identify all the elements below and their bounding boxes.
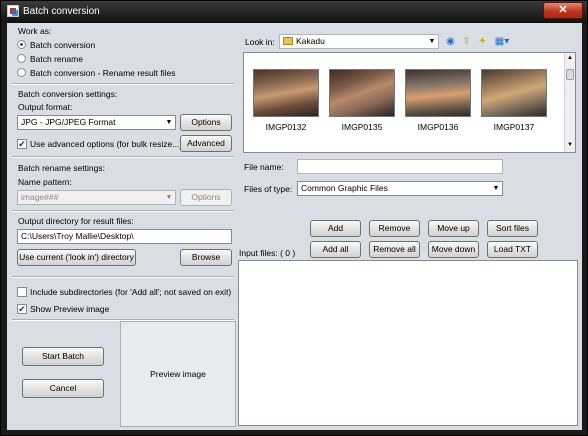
thumbnail-caption[interactable]: IMGP0135 bbox=[327, 122, 397, 132]
name-pattern-select[interactable]: image### ▼ bbox=[17, 190, 176, 205]
scroll-up-icon[interactable]: ▲ bbox=[567, 55, 573, 61]
thumbnail-caption[interactable]: IMGP0137 bbox=[479, 122, 549, 132]
output-format-label: Output format: bbox=[18, 102, 73, 112]
chevron-down-icon: ▼ bbox=[165, 194, 173, 201]
chevron-down-icon: ▼ bbox=[492, 185, 500, 192]
thumbnail-caption[interactable]: IMGP0136 bbox=[403, 122, 473, 132]
output-format-value: JPG - JPG/JPEG Format bbox=[21, 117, 116, 127]
app-icon bbox=[7, 5, 19, 17]
name-pattern-label: Name pattern: bbox=[18, 177, 72, 187]
up-folder-icon[interactable]: ⇧ bbox=[460, 35, 473, 48]
divider bbox=[12, 276, 234, 278]
radio-batch-rename[interactable] bbox=[17, 54, 26, 63]
work-as-label: Work as: bbox=[18, 26, 52, 36]
remove-button[interactable]: Remove bbox=[369, 220, 420, 237]
radio-conversion-rename[interactable] bbox=[17, 68, 26, 77]
radio-conversion-rename-label[interactable]: Batch conversion - Rename result files bbox=[30, 68, 176, 78]
thumbnail-image[interactable] bbox=[253, 69, 319, 117]
start-batch-button[interactable]: Start Batch bbox=[22, 347, 104, 366]
preview-image-label: Preview image bbox=[150, 369, 206, 379]
divider bbox=[12, 156, 234, 158]
move-down-button[interactable]: Move down bbox=[428, 241, 479, 258]
file-name-input[interactable] bbox=[297, 159, 503, 174]
load-txt-button[interactable]: Load TXT bbox=[487, 241, 538, 258]
look-in-value: Kakadu bbox=[296, 36, 325, 46]
files-of-type-value: Common Graphic Files bbox=[301, 183, 388, 193]
thumbnail-image[interactable] bbox=[405, 69, 471, 117]
dialog-client-area: Work as: Batch conversion Batch rename B… bbox=[7, 23, 582, 430]
use-current-directory-button[interactable]: Use current ('look in') directory bbox=[17, 249, 136, 266]
radio-batch-rename-label[interactable]: Batch rename bbox=[30, 54, 83, 64]
sort-files-button[interactable]: Sort files bbox=[487, 220, 538, 237]
show-preview-checkbox[interactable]: ✔ bbox=[17, 304, 27, 314]
file-name-label: File name: bbox=[244, 162, 284, 172]
thumbnail-image[interactable] bbox=[481, 69, 547, 117]
output-directory-input[interactable]: C:\Users\Troy Mallie\Desktop\ bbox=[17, 229, 232, 244]
back-icon[interactable]: ◉ bbox=[444, 35, 457, 48]
output-format-select[interactable]: JPG - JPG/JPEG Format ▼ bbox=[17, 115, 176, 130]
format-options-button[interactable]: Options bbox=[180, 114, 232, 131]
look-in-label: Look in: bbox=[245, 37, 275, 47]
rename-settings-label: Batch rename settings: bbox=[18, 163, 105, 173]
add-button[interactable]: Add bbox=[310, 220, 361, 237]
move-up-button[interactable]: Move up bbox=[428, 220, 479, 237]
name-pattern-value: image### bbox=[21, 192, 59, 202]
view-menu-icon[interactable]: ▦▾ bbox=[492, 35, 512, 48]
new-folder-icon[interactable]: ✦ bbox=[476, 35, 489, 48]
window-title: Batch conversion bbox=[23, 6, 100, 17]
input-files-label: Input files: ( 0 ) bbox=[239, 248, 296, 258]
browse-button[interactable]: Browse bbox=[180, 249, 232, 266]
divider bbox=[12, 210, 234, 212]
thumbnail-scrollbar[interactable]: ▲ ▼ bbox=[564, 53, 575, 152]
advanced-options-label[interactable]: Use advanced options (for bulk resize...… bbox=[30, 139, 182, 149]
scroll-down-icon[interactable]: ▼ bbox=[567, 142, 573, 148]
files-of-type-select[interactable]: Common Graphic Files ▼ bbox=[297, 181, 503, 196]
rename-options-button[interactable]: Options bbox=[180, 189, 232, 206]
advanced-button[interactable]: Advanced bbox=[180, 135, 232, 152]
thumbnail-browser[interactable]: IMGP0132 IMGP0135 IMGP0136 IMGP0137 ▲ ▼ bbox=[243, 52, 576, 153]
preview-panel: Preview image bbox=[120, 321, 236, 427]
folder-icon bbox=[283, 37, 293, 45]
look-in-select[interactable]: Kakadu ▼ bbox=[279, 34, 439, 49]
include-subdirectories-checkbox[interactable] bbox=[17, 287, 27, 297]
add-all-button[interactable]: Add all bbox=[310, 241, 361, 258]
radio-batch-conversion[interactable] bbox=[17, 40, 26, 49]
chevron-down-icon: ▼ bbox=[428, 38, 436, 45]
input-files-list[interactable] bbox=[238, 260, 578, 426]
advanced-options-checkbox[interactable]: ✔ bbox=[17, 139, 27, 149]
cancel-button[interactable]: Cancel bbox=[22, 379, 104, 398]
thumbnail-caption[interactable]: IMGP0132 bbox=[251, 122, 321, 132]
chevron-down-icon: ▼ bbox=[165, 119, 173, 126]
remove-all-button[interactable]: Remove all bbox=[369, 241, 420, 258]
title-bar[interactable]: Batch conversion ✕ bbox=[1, 1, 587, 23]
batch-conversion-window: Batch conversion ✕ Work as: Batch conver… bbox=[0, 0, 588, 436]
scrollbar-thumb[interactable] bbox=[566, 69, 574, 80]
thumbnail-image[interactable] bbox=[329, 69, 395, 117]
divider bbox=[12, 83, 234, 85]
show-preview-label[interactable]: Show Preview image bbox=[30, 304, 109, 314]
close-button[interactable]: ✕ bbox=[543, 2, 583, 19]
files-of-type-label: Files of type: bbox=[244, 184, 293, 194]
conversion-settings-label: Batch conversion settings: bbox=[18, 89, 118, 99]
output-directory-label: Output directory for result files: bbox=[18, 216, 134, 226]
radio-batch-conversion-label[interactable]: Batch conversion bbox=[30, 40, 95, 50]
include-subdirectories-label[interactable]: Include subdirectories (for 'Add all'; n… bbox=[30, 287, 231, 297]
